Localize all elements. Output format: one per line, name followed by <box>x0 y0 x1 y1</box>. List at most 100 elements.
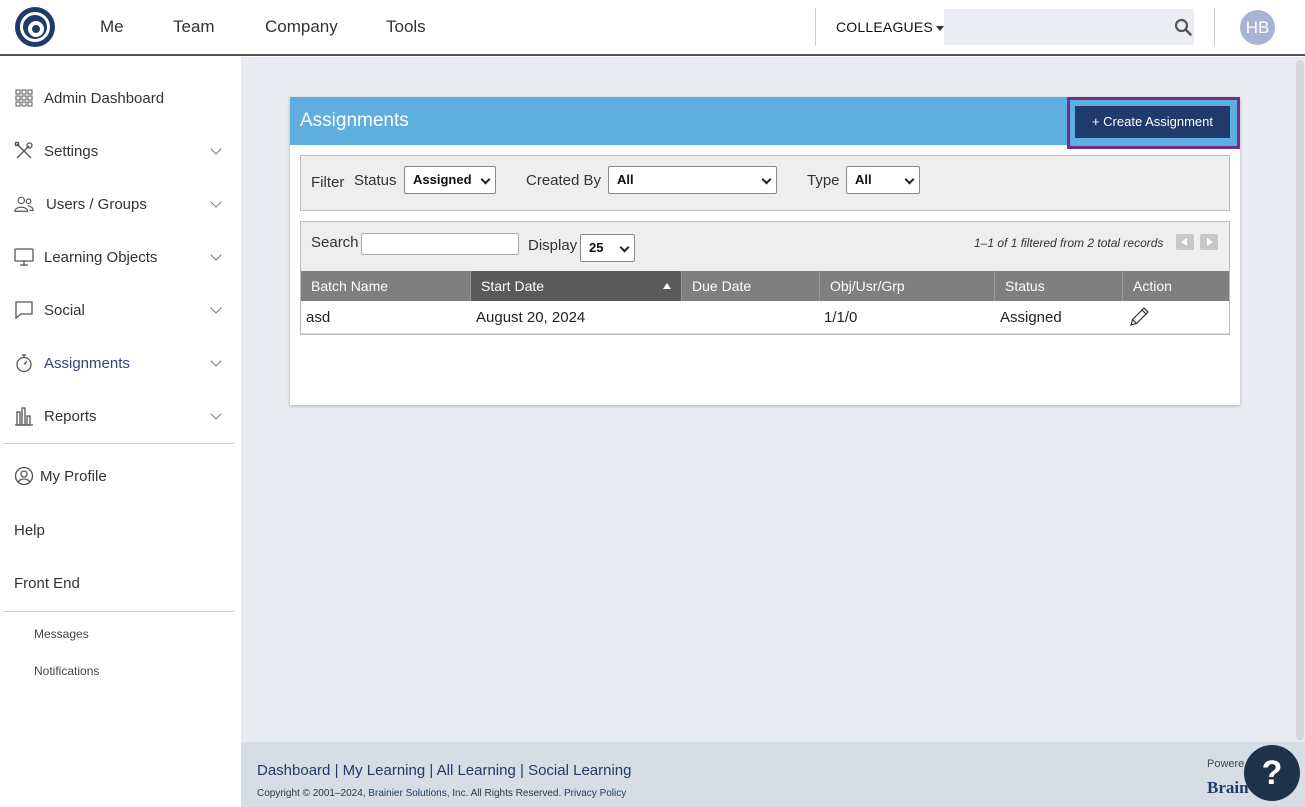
column-header-start-date[interactable]: Start Date <box>471 271 682 301</box>
records-count: 1–1 of 1 filtered from 2 total records <box>974 236 1164 250</box>
colleagues-dropdown[interactable]: COLLEAGUES <box>836 19 944 35</box>
user-avatar[interactable]: HB <box>1240 10 1275 45</box>
search-icon[interactable] <box>1174 18 1192 36</box>
footer-link-dashboard[interactable]: Dashboard <box>257 762 330 779</box>
chevron-down-icon <box>210 355 222 367</box>
table-row: asd August 20, 2024 1/1/0 Assigned <box>301 301 1229 334</box>
sidebar-item-label: Settings <box>44 142 99 160</box>
type-select-value: All <box>855 172 872 187</box>
bar-chart-icon <box>14 406 34 426</box>
divider <box>815 8 816 46</box>
vertical-scrollbar[interactable] <box>1296 60 1304 740</box>
chevron-down-icon <box>210 408 222 420</box>
sidebar-item-my-profile[interactable]: My Profile <box>14 464 226 488</box>
users-icon <box>14 194 34 214</box>
nav-team[interactable]: Team <box>173 17 215 37</box>
nav-tools[interactable]: Tools <box>386 17 426 37</box>
global-search-input[interactable] <box>944 9 1194 45</box>
column-header-status[interactable]: Status <box>995 271 1123 301</box>
sort-ascending-icon <box>663 283 671 289</box>
tools-icon <box>14 141 34 161</box>
copyright-prefix: Copyright © 2001–2024, <box>257 788 366 799</box>
sidebar-item-label: Learning Objects <box>44 248 158 266</box>
nav-company[interactable]: Company <box>265 17 338 37</box>
chevron-down-icon <box>210 196 222 208</box>
previous-page-button[interactable] <box>1176 234 1194 250</box>
brand-logo-icon[interactable] <box>15 7 55 47</box>
stopwatch-icon <box>14 353 34 373</box>
profile-icon <box>14 466 34 486</box>
arrow-right-icon <box>1207 238 1213 246</box>
sidebar-item-messages[interactable]: Messages <box>34 627 89 641</box>
type-select[interactable]: All <box>846 166 920 194</box>
column-header-batch-name[interactable]: Batch Name <box>301 271 471 301</box>
type-label: Type <box>807 172 840 189</box>
privacy-policy-link[interactable]: Privacy Policy <box>564 788 626 799</box>
sidebar-item-learning-objects[interactable]: Learning Objects <box>14 245 226 269</box>
filter-label: Filter <box>311 174 345 191</box>
panel-header: Assignments + Create Assignment <box>290 97 1240 149</box>
footer-link-all-learning[interactable]: All Learning <box>437 762 516 779</box>
display-count-value: 25 <box>589 240 604 255</box>
table-search-input[interactable] <box>361 233 519 255</box>
sidebar: Admin Dashboard Settings Users / Groups … <box>0 57 241 807</box>
display-count-select[interactable]: 25 <box>580 234 635 262</box>
cell-batch-name: asd <box>306 309 331 326</box>
sidebar-item-help[interactable]: Help <box>14 522 45 539</box>
column-header-due-date[interactable]: Due Date <box>682 271 820 301</box>
created-by-select[interactable]: All <box>608 166 777 194</box>
assignments-table: Search Display 25 1–1 of 1 filtered from… <box>300 221 1230 335</box>
sidebar-item-settings[interactable]: Settings <box>14 139 226 163</box>
pencil-icon[interactable] <box>1127 305 1151 329</box>
sidebar-item-social[interactable]: Social <box>14 298 226 322</box>
sidebar-item-label: Assignments <box>44 354 130 372</box>
sidebar-item-notifications[interactable]: Notifications <box>34 664 99 678</box>
create-assignment-button[interactable]: + Create Assignment <box>1075 106 1230 138</box>
table-header: Batch Name Start Date Due Date Obj/Usr/G… <box>301 271 1229 301</box>
column-header-action: Action <box>1133 278 1172 294</box>
created-by-select-value: All <box>617 172 634 187</box>
footer-link-social-learning[interactable]: Social Learning <box>528 762 631 779</box>
sidebar-item-reports[interactable]: Reports <box>14 404 226 428</box>
created-by-label: Created By <box>526 172 602 189</box>
next-page-button[interactable] <box>1200 234 1218 250</box>
cell-start-date: August 20, 2024 <box>476 309 586 326</box>
column-header-obj-usr-grp[interactable]: Obj/Usr/Grp <box>820 271 995 301</box>
powered-by-text: Powere <box>1207 758 1245 770</box>
help-button[interactable]: ? <box>1244 745 1300 801</box>
status-label: Status <box>354 172 397 189</box>
table-search-label: Search <box>311 234 359 251</box>
footer-link-my-learning[interactable]: My Learning <box>343 762 426 779</box>
footer: Dashboard | My Learning | All Learning |… <box>241 742 1305 807</box>
sidebar-item-users-groups[interactable]: Users / Groups <box>14 192 226 216</box>
page-title: Assignments <box>300 110 409 131</box>
sidebar-item-assignments[interactable]: Assignments <box>14 351 226 375</box>
nav-me[interactable]: Me <box>100 17 124 37</box>
status-select-value: Assigned <box>413 172 472 187</box>
chevron-down-icon <box>480 174 491 185</box>
colleagues-label: COLLEAGUES <box>836 19 933 35</box>
sidebar-divider <box>4 611 234 612</box>
create-assignment-highlight: + Create Assignment <box>1067 97 1240 149</box>
grid-icon <box>14 88 34 108</box>
assignments-panel: Assignments + Create Assignment Filter S… <box>290 97 1240 405</box>
rights-text: All Rights Reserved. <box>470 788 562 799</box>
sidebar-item-label: Social <box>44 301 85 319</box>
company-link[interactable]: Brainier Solutions, Inc. <box>368 788 468 799</box>
arrow-left-icon <box>1181 238 1187 246</box>
copyright: Copyright © 2001–2024, Brainier Solution… <box>257 788 626 799</box>
status-select[interactable]: Assigned <box>404 166 496 194</box>
sidebar-item-label: Users / Groups <box>46 195 147 213</box>
divider <box>1214 8 1215 46</box>
chevron-down-icon <box>761 174 772 185</box>
sidebar-item-label: My Profile <box>40 467 107 485</box>
filter-bar: Filter Status Assigned Created By All Ty… <box>300 155 1230 211</box>
sidebar-item-front-end[interactable]: Front End <box>14 575 80 592</box>
monitor-icon <box>14 247 34 267</box>
sidebar-item-admin-dashboard[interactable]: Admin Dashboard <box>14 86 226 110</box>
brainier-logo[interactable]: Brain <box>1207 778 1249 798</box>
display-label: Display <box>528 237 578 254</box>
cell-status: Assigned <box>1000 309 1062 326</box>
chevron-down-icon <box>210 143 222 155</box>
table-toolbar: Search Display 25 1–1 of 1 filtered from… <box>301 222 1229 271</box>
